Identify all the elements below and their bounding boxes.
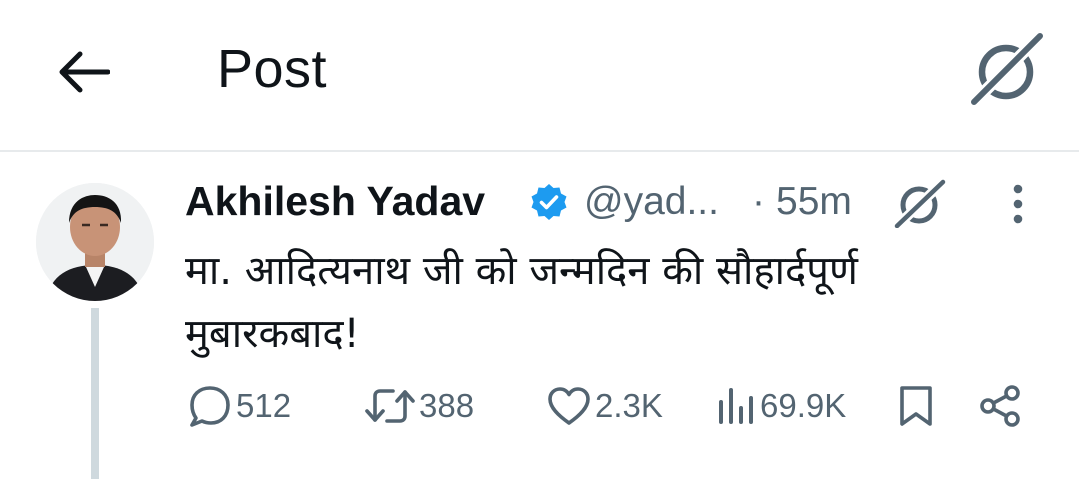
views-count: 69.9K: [760, 387, 847, 424]
share-icon: [978, 384, 1022, 428]
author-handle[interactable]: @yad...: [584, 180, 719, 224]
bookmark-icon: [898, 384, 934, 428]
verified-badge-icon: [531, 184, 567, 220]
share-button[interactable]: [978, 382, 1022, 430]
back-button[interactable]: [52, 42, 114, 102]
repost-button[interactable]: 388: [365, 382, 474, 430]
meta-separator: ·: [752, 180, 765, 223]
views-button[interactable]: 69.9K: [716, 382, 846, 430]
back-arrow-icon: [59, 51, 110, 93]
top-bar: Post: [0, 0, 1079, 152]
verified-badge: [529, 182, 569, 222]
grok-icon: [893, 178, 947, 230]
reply-count: 512: [236, 387, 292, 424]
grok-button[interactable]: [968, 30, 1046, 108]
post-text: मा. आदित्यनाथ जी को जन्मदिन की सौहार्दपू…: [185, 248, 858, 357]
reply-icon: [188, 385, 232, 427]
repost-icon: [365, 386, 415, 426]
views-icon: [716, 386, 756, 426]
bookmark-button[interactable]: [898, 382, 934, 430]
grok-icon: [969, 31, 1045, 107]
thread-connector-line: [91, 308, 99, 479]
reply-button[interactable]: 512: [188, 382, 291, 430]
more-vertical-icon: [1013, 184, 1023, 224]
author-name[interactable]: Akhilesh Yadav: [185, 178, 485, 225]
post-time[interactable]: 55m: [776, 180, 852, 224]
avatar-image: [36, 183, 154, 301]
like-icon: [547, 386, 591, 426]
page-title: Post: [217, 39, 328, 99]
like-count: 2.3K: [595, 387, 663, 424]
explain-post-grok-button[interactable]: [893, 178, 947, 230]
more-options-button[interactable]: [1000, 178, 1036, 230]
repost-count: 388: [419, 387, 475, 424]
author-avatar[interactable]: [36, 183, 154, 301]
like-button[interactable]: 2.3K: [547, 382, 663, 430]
